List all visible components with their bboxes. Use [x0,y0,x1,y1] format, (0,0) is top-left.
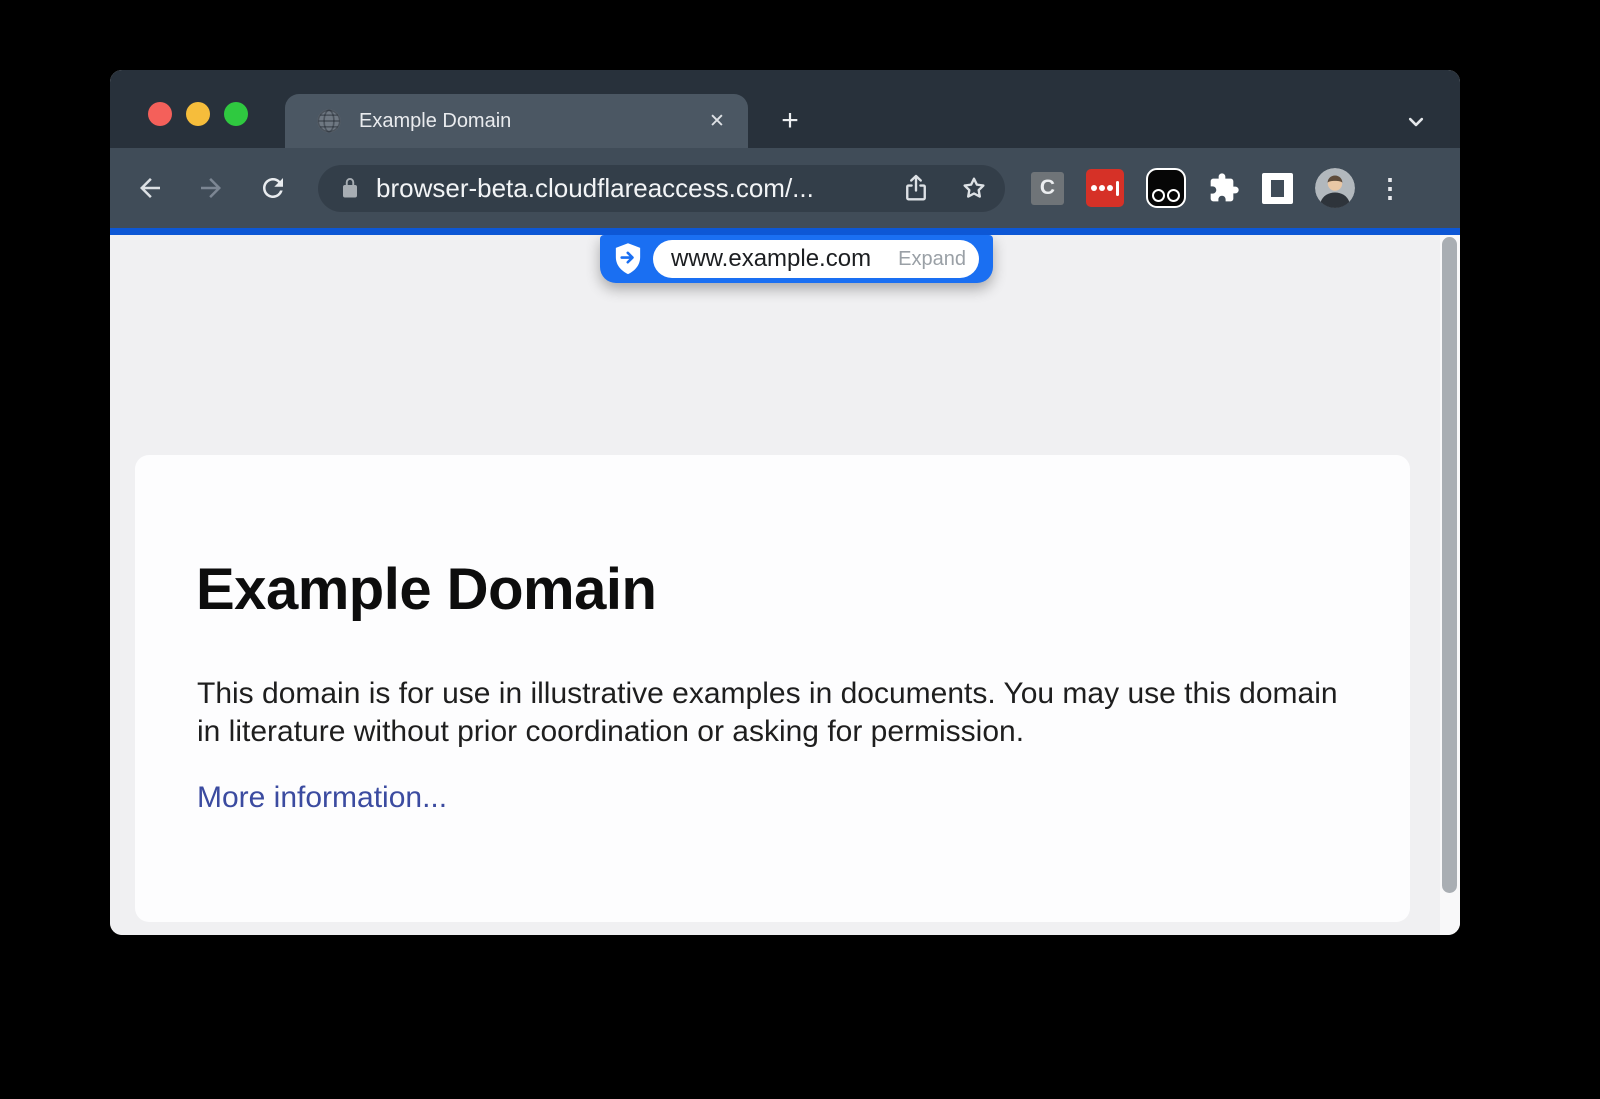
url-bar[interactable]: browser-beta.cloudflareaccess.com/... [318,165,1005,212]
shield-arrow-icon [613,242,643,276]
scrollbar-track[interactable] [1440,235,1460,935]
window-close-button[interactable] [148,102,172,126]
scrollbar-thumb[interactable] [1442,237,1457,893]
browser-tab[interactable]: Example Domain ✕ [285,94,748,148]
c-extension-icon[interactable]: C [1031,172,1064,205]
reload-icon [258,173,288,203]
new-tab-button[interactable]: + [772,103,808,139]
tab-close-icon[interactable]: ✕ [702,106,732,136]
back-icon [135,173,165,203]
isolation-domain-field[interactable]: www.example.com Expand [653,240,979,278]
tab-title: Example Domain [359,110,702,133]
kebab-menu-icon[interactable]: ⋮ [1377,168,1403,208]
password-manager-extension-icon[interactable] [1086,169,1124,207]
example-domain-card: Example Domain This domain is for use in… [135,455,1410,922]
back-button[interactable] [130,168,170,208]
page-viewport: www.example.com Expand Example Domain Th… [110,235,1460,935]
browser-toolbar: browser-beta.cloudflareaccess.com/... C [110,148,1460,228]
window-zoom-button[interactable] [224,102,248,126]
browser-window: Example Domain ✕ + bro [110,70,1460,935]
chevron-down-icon[interactable] [1402,108,1430,136]
noir-extension-icon[interactable] [1146,168,1186,208]
globe-favicon-icon [315,107,343,135]
bookmark-star-icon[interactable] [959,173,989,203]
side-panel-extension-icon[interactable] [1262,173,1293,204]
isolation-domain-pill[interactable]: www.example.com Expand [600,235,993,283]
forward-button[interactable] [191,168,231,208]
tab-strip: Example Domain ✕ + [110,70,1460,148]
extensions-puzzle-icon[interactable] [1208,172,1240,204]
url-text[interactable]: browser-beta.cloudflareaccess.com/... [376,173,901,204]
loading-accent-bar [110,228,1460,235]
share-icon[interactable] [901,173,931,203]
forward-icon [196,173,226,203]
more-information-link[interactable]: More information... [197,781,447,815]
isolated-domain-text: www.example.com [671,245,871,273]
page-paragraph: This domain is for use in illustrative e… [197,675,1362,751]
profile-avatar[interactable] [1315,168,1355,208]
window-minimize-button[interactable] [186,102,210,126]
extensions-row: C ⋮ [1031,168,1403,208]
expand-button[interactable]: Expand [898,248,966,271]
reload-button[interactable] [253,168,293,208]
lock-icon [338,176,362,200]
avatar-photo [1315,168,1355,208]
page-title: Example Domain [196,557,656,623]
